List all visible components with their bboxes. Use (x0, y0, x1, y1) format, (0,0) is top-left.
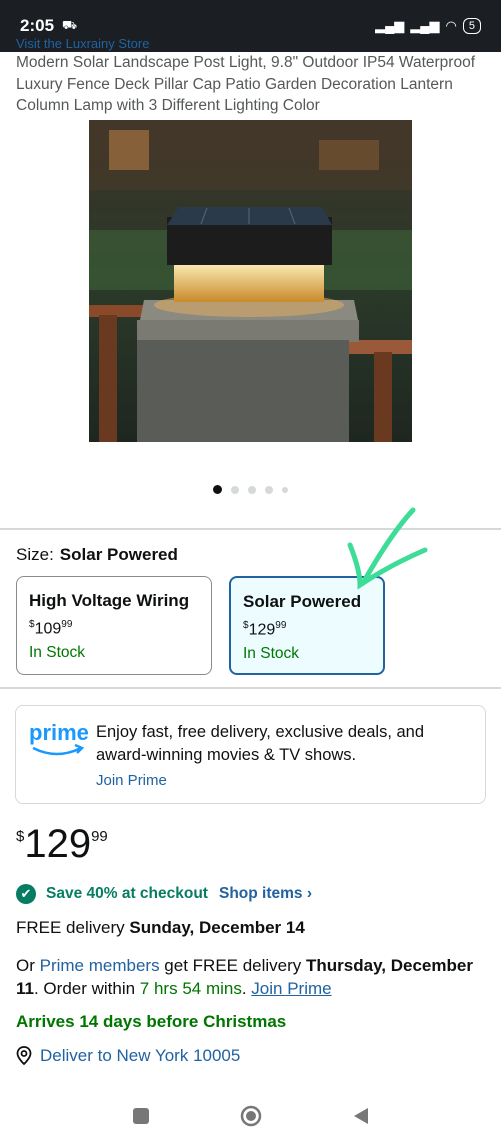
carousel-dot[interactable] (265, 485, 273, 494)
price-currency: $ (16, 828, 25, 845)
store-link[interactable]: Visit the Luxrainy Store (16, 36, 256, 52)
divider (0, 687, 501, 689)
option-name: Solar Powered (243, 592, 362, 611)
option-price-cents: 99 (275, 620, 287, 631)
carousel-dot[interactable] (213, 485, 222, 494)
price-whole: 129 (24, 822, 92, 866)
annotation-checkmark-icon (347, 507, 428, 590)
price: $ 129 99 (16, 822, 108, 867)
home-icon[interactable] (240, 1105, 262, 1127)
join-prime-inline-link[interactable]: Join Prime (251, 979, 331, 998)
battery-icon: 5 (462, 18, 481, 34)
location-pin-icon (16, 1046, 32, 1066)
prime-delivery-text: Or Prime members get FREE delivery Thurs… (16, 956, 473, 998)
arrives-text: Arrives 14 days before Christmas (16, 1012, 287, 1031)
prime-logo-text: prime (29, 720, 89, 745)
free-delivery-text: FREE delivery Sunday, December 14 (16, 918, 305, 938)
carousel-dot[interactable] (282, 486, 288, 493)
size-option-high-voltage[interactable]: High Voltage Wiring $10999 In Stock (16, 576, 212, 675)
carousel-dot[interactable] (231, 485, 239, 494)
time-left: 7 hrs 54 mins (139, 979, 242, 998)
prime-logo-icon: prime (29, 720, 89, 765)
notification-icon: ⛟ (62, 18, 78, 32)
prime-promo[interactable]: prime Enjoy fast, free delivery, exclusi… (15, 705, 486, 804)
back-icon[interactable] (352, 1107, 370, 1125)
option-price: $12999 (243, 620, 371, 639)
deliver-to-text: Deliver to New York 10005 (40, 1046, 241, 1065)
prime-members-link[interactable]: Prime members (40, 956, 160, 975)
delivery-get-free: get FREE delivery (159, 956, 307, 975)
product-image[interactable] (89, 120, 412, 442)
signal-icon-2: ▂▄▆ (410, 18, 440, 33)
prime-text: Enjoy fast, free delivery, exclusive dea… (96, 723, 425, 764)
option-price-whole: 129 (248, 621, 276, 639)
check-circle-icon: ✔ (16, 884, 36, 904)
size-selected: Solar Powered (59, 545, 178, 564)
carousel-dot[interactable] (248, 485, 256, 494)
option-name: High Voltage Wiring (29, 591, 190, 610)
size-label-text: Size: (16, 545, 54, 564)
signal-icon: ▂▄▆ (375, 18, 405, 33)
android-nav-bar (0, 1090, 501, 1142)
wifi-icon: ◠ (445, 18, 457, 33)
join-prime-link[interactable]: Join Prime (96, 772, 167, 789)
product-title: Modern Solar Landscape Post Light, 9.8" … (16, 54, 475, 114)
delivery-date: Sunday, December 14 (129, 918, 305, 937)
status-time: 2:05 (20, 16, 55, 35)
shop-items-link[interactable]: Shop items › (219, 885, 312, 903)
recents-icon[interactable] (132, 1107, 150, 1125)
option-price-cents: 99 (61, 619, 73, 630)
price-cents: 99 (91, 828, 108, 845)
option-price: $10999 (29, 619, 199, 638)
order-within: . Order within (33, 979, 140, 998)
image-carousel-dots (0, 485, 501, 494)
option-stock: In Stock (243, 645, 299, 663)
size-label: Size: Solar Powered (16, 545, 178, 565)
option-stock: In Stock (29, 644, 85, 662)
savings-row: ✔ Save 40% at checkout Shop items › (16, 884, 312, 904)
deliver-to-link[interactable]: Deliver to New York 10005 (16, 1046, 240, 1066)
status-icons: ▂▄▆ ▂▄▆ ◠ 5 (375, 18, 481, 34)
delivery-or: Or (16, 956, 40, 975)
savings-text: Save 40% at checkout (46, 885, 208, 902)
option-price-whole: 109 (34, 620, 62, 638)
delivery-prefix: FREE delivery (16, 918, 130, 937)
